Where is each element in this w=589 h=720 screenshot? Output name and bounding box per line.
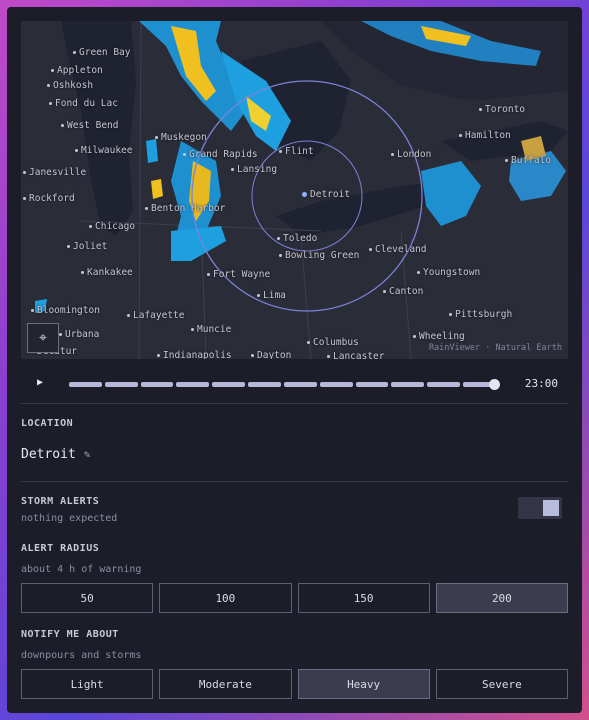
city-label: Oshkosh xyxy=(47,80,93,91)
city-label-current: Detroit xyxy=(302,189,350,200)
city-label: Appleton xyxy=(51,65,103,76)
notify-option-severe[interactable]: Severe xyxy=(435,669,568,699)
city-label: Milwaukee xyxy=(75,145,132,156)
notify-label: NOTIFY ME ABOUT xyxy=(21,629,119,640)
radar-timeline: ▶ 23:00 xyxy=(21,367,568,403)
city-label: London xyxy=(391,149,431,160)
city-label: Urbana xyxy=(59,329,99,340)
city-label: Rockford xyxy=(23,193,75,204)
city-label: Canton xyxy=(383,286,423,297)
city-label: Joliet xyxy=(67,241,107,252)
storm-alerts-toggle[interactable] xyxy=(518,497,562,519)
city-label: Lancaster xyxy=(327,351,384,359)
city-label: Cleveland xyxy=(369,244,426,255)
alert-radius-label: ALERT RADIUS xyxy=(21,543,100,554)
city-label: Toronto xyxy=(479,104,525,115)
location-name: Detroit xyxy=(21,447,76,462)
city-label: Muskegon xyxy=(155,132,207,143)
city-label: Buffalo xyxy=(505,155,551,166)
city-label: Fort Wayne xyxy=(207,269,270,280)
radius-option-50[interactable]: 50 xyxy=(21,583,154,613)
pencil-icon[interactable]: ✎ xyxy=(84,448,91,461)
city-label: Lima xyxy=(257,290,286,301)
city-label: Green Bay xyxy=(73,47,130,58)
app-frame: Green Bay Appleton Oshkosh Fond du Lac W… xyxy=(7,7,582,713)
notify-options: Light Moderate Heavy Severe xyxy=(21,669,568,699)
city-label: Wheeling xyxy=(413,331,465,342)
notify-option-moderate[interactable]: Moderate xyxy=(159,669,292,699)
city-label: Columbus xyxy=(307,337,359,348)
city-label: Fond du Lac xyxy=(49,98,118,109)
timeline-handle[interactable] xyxy=(489,379,500,390)
city-label: Flint xyxy=(279,146,314,157)
city-label: Bowling Green xyxy=(279,250,359,261)
toggle-thumb xyxy=(543,500,559,516)
city-label: Lafayette xyxy=(127,310,184,321)
city-label: Bloomington xyxy=(31,305,100,316)
city-label: Indianapolis xyxy=(157,350,232,359)
city-label: Pittsburgh xyxy=(449,309,512,320)
radar-map[interactable]: Green Bay Appleton Oshkosh Fond du Lac W… xyxy=(21,21,568,359)
crosshair-icon: ⌖ xyxy=(39,330,47,346)
city-label: Muncie xyxy=(191,324,231,335)
notify-sub: downpours and storms xyxy=(21,650,142,661)
city-label: Benton Harbor xyxy=(145,203,225,214)
radius-option-150[interactable]: 150 xyxy=(297,583,430,613)
city-label: Hamilton xyxy=(459,130,511,141)
locate-button[interactable]: ⌖ xyxy=(27,323,59,353)
timeline-track[interactable] xyxy=(69,382,496,387)
divider xyxy=(21,403,568,404)
city-label: Youngstown xyxy=(417,267,480,278)
city-label: West Bend xyxy=(61,120,118,131)
city-label: Chicago xyxy=(89,221,135,232)
location-value[interactable]: Detroit ✎ xyxy=(21,447,90,462)
divider xyxy=(21,481,568,482)
city-label: Toledo xyxy=(277,233,317,244)
city-label: Kankakee xyxy=(81,267,133,278)
storm-alerts-status: nothing expected xyxy=(21,513,118,524)
city-label: Janesville xyxy=(23,167,86,178)
city-label: Lansing xyxy=(231,164,277,175)
radius-options: 50 100 150 200 xyxy=(21,583,568,613)
alert-radius-sub: about 4 h of warning xyxy=(21,564,142,575)
city-label: Dayton xyxy=(251,350,291,359)
radius-option-200[interactable]: 200 xyxy=(435,583,568,613)
notify-option-heavy[interactable]: Heavy xyxy=(297,669,430,699)
city-label: Grand Rapids xyxy=(183,149,258,160)
location-label: LOCATION xyxy=(21,418,74,429)
play-icon[interactable]: ▶ xyxy=(37,377,43,388)
radius-option-100[interactable]: 100 xyxy=(159,583,292,613)
notify-option-light[interactable]: Light xyxy=(21,669,154,699)
timeline-time: 23:00 xyxy=(524,377,558,390)
storm-alerts-label: STORM ALERTS xyxy=(21,496,100,507)
map-attribution: RainViewer · Natural Earth xyxy=(428,343,562,353)
